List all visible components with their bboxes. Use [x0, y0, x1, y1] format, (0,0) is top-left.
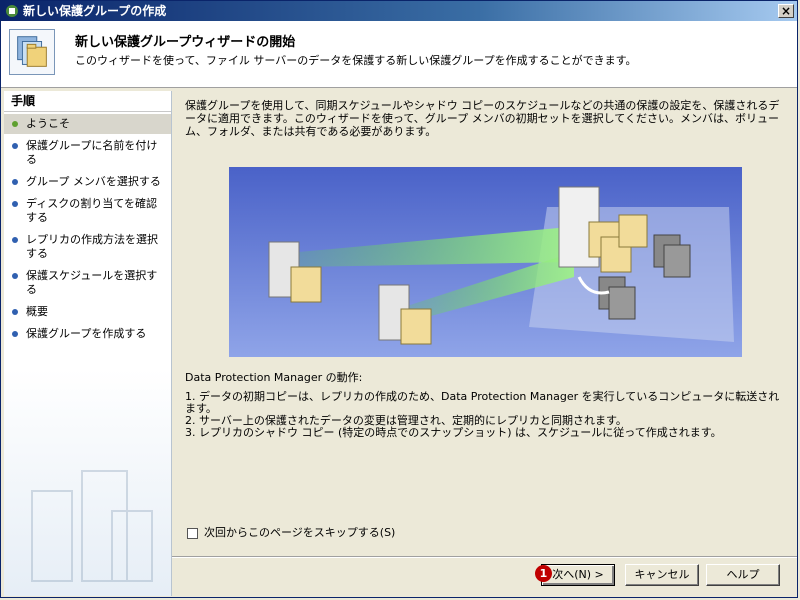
step-disk-allocation[interactable]: ディスクの割り当てを確認する — [4, 194, 171, 228]
help-button[interactable]: ヘルプ — [706, 564, 780, 586]
skip-page-checkbox[interactable]: 次回からこのページをスキップする(S) — [187, 524, 395, 540]
bullet-icon — [12, 121, 18, 127]
step-replica-method[interactable]: レプリカの作成方法を選択する — [4, 230, 171, 264]
wizard-title: 新しい保護グループウィザードの開始 — [75, 35, 296, 50]
dpm-illustration — [229, 167, 742, 357]
footer-separator — [172, 556, 797, 558]
step-label: ディスクの割り当てを確認する — [26, 197, 158, 224]
title-bar: 新しい保護グループの作成 × — [1, 1, 797, 21]
cancel-button[interactable]: キャンセル — [625, 564, 699, 586]
steps-list: ようこそ 保護グループに名前を付ける グループ メンバを選択する ディスクの割り… — [4, 114, 171, 344]
step-select-members[interactable]: グループ メンバを選択する — [4, 172, 171, 192]
wizard-window: 新しい保護グループの作成 × 新しい保護グループウィザードの開始 このウィザード… — [0, 0, 798, 598]
bullet-icon — [12, 179, 18, 185]
app-icon — [6, 5, 18, 17]
wizard-description: このウィザードを使って、ファイル サーバーのデータを保護する新しい保護グループを… — [75, 54, 637, 67]
step-welcome[interactable]: ようこそ — [4, 114, 171, 134]
protection-group-icon — [9, 29, 55, 75]
bullet-icon — [12, 309, 18, 315]
steps-sidebar: 手順 ようこそ 保護グループに名前を付ける グループ メンバを選択する ディスク… — [4, 91, 172, 596]
checkbox-box[interactable] — [187, 527, 198, 539]
step-summary[interactable]: 概要 — [4, 302, 171, 322]
bullet-icon — [12, 273, 18, 279]
step-create-group[interactable]: 保護グループを作成する — [4, 324, 171, 344]
server-watermark-icon — [31, 470, 153, 582]
intro-text: 保護グループを使用して、同期スケジュールやシャドウ コピーのスケジュールなどの共… — [185, 99, 780, 138]
step-label: レプリカの作成方法を選択する — [26, 233, 158, 260]
step-label: ようこそ — [26, 117, 70, 130]
skip-label: 次回からこのページをスキップする(S) — [204, 526, 396, 539]
main-content: 保護グループを使用して、同期スケジュールやシャドウ コピーのスケジュールなどの共… — [175, 91, 796, 556]
bullet-icon — [12, 201, 18, 207]
bullet-icon — [12, 143, 18, 149]
dpm-heading: Data Protection Manager の動作: — [185, 371, 363, 384]
step-label: グループ メンバを選択する — [26, 175, 161, 188]
dpm-steps: 1. データの初期コピーは、レプリカの作成のため、Data Protection… — [185, 391, 785, 439]
next-button[interactable]: 次へ(N) > — [541, 564, 615, 586]
wizard-header: 新しい保護グループウィザードの開始 このウィザードを使って、ファイル サーバーの… — [1, 21, 797, 88]
step-label: 保護グループを作成する — [26, 327, 147, 340]
steps-heading: 手順 — [4, 91, 171, 112]
dpm-step: 3. レプリカのシャドウ コピー (特定の時点でのスナップショット) は、スケジ… — [185, 426, 722, 439]
step-protection-schedule[interactable]: 保護スケジュールを選択する — [4, 266, 171, 300]
window-title: 新しい保護グループの作成 — [23, 4, 167, 18]
bullet-icon — [12, 331, 18, 337]
dpm-step: 1. データの初期コピーは、レプリカの作成のため、Data Protection… — [185, 390, 780, 415]
bullet-icon — [12, 237, 18, 243]
step-name-group[interactable]: 保護グループに名前を付ける — [4, 136, 171, 170]
step-label: 保護グループに名前を付ける — [26, 139, 158, 166]
callout-badge: 1 — [535, 565, 552, 582]
step-label: 概要 — [26, 305, 48, 318]
close-button[interactable]: × — [778, 4, 794, 18]
step-label: 保護スケジュールを選択する — [26, 269, 158, 296]
